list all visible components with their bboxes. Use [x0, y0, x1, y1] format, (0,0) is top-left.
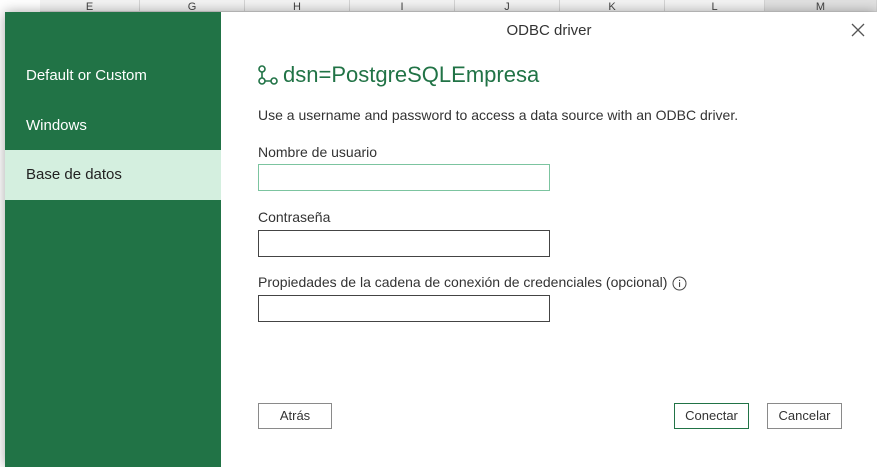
column-header-g[interactable]: G — [140, 0, 245, 12]
column-header-j[interactable]: J — [455, 0, 560, 12]
connect-button[interactable]: Conectar — [674, 403, 749, 429]
sidebar-item-windows[interactable]: Windows — [5, 101, 221, 151]
back-button[interactable]: Atrás — [258, 403, 332, 429]
password-label: Contraseña — [258, 209, 331, 225]
sidebar-item-base-de-datos[interactable]: Base de datos — [5, 150, 221, 200]
dsn-header: dsn=PostgreSQLEmpresa — [257, 60, 539, 90]
dsn-name: dsn=PostgreSQLEmpresa — [283, 62, 540, 87]
auth-type-sidebar: Default or Custom Windows Base de datos — [5, 12, 221, 467]
username-input[interactable] — [258, 164, 550, 191]
info-icon[interactable] — [672, 276, 687, 291]
close-button[interactable] — [847, 19, 869, 41]
column-header-i[interactable]: I — [350, 0, 455, 12]
column-header-h[interactable]: H — [245, 0, 350, 12]
credentials-properties-input[interactable] — [258, 295, 550, 322]
sidebar-item-default-or-custom[interactable]: Default or Custom — [5, 51, 221, 101]
credentials-properties-label-row: Propiedades de la cadena de conexión de … — [258, 274, 687, 291]
odbc-credentials-dialog: Default or Custom Windows Base de datos … — [5, 12, 877, 467]
dialog-title: ODBC driver — [506, 22, 592, 39]
connection-icon — [258, 65, 278, 85]
close-icon — [851, 23, 865, 37]
description-text: Use a username and password to access a … — [258, 107, 739, 123]
column-header-l[interactable]: L — [665, 0, 765, 12]
column-header-m[interactable]: M — [765, 0, 877, 12]
password-input[interactable] — [258, 230, 550, 257]
column-header-e[interactable]: E — [40, 0, 140, 12]
credentials-properties-label: Propiedades de la cadena de conexión de … — [258, 274, 668, 290]
username-label: Nombre de usuario — [258, 144, 378, 160]
column-header-k[interactable]: K — [560, 0, 665, 12]
cancel-button[interactable]: Cancelar — [767, 403, 842, 429]
